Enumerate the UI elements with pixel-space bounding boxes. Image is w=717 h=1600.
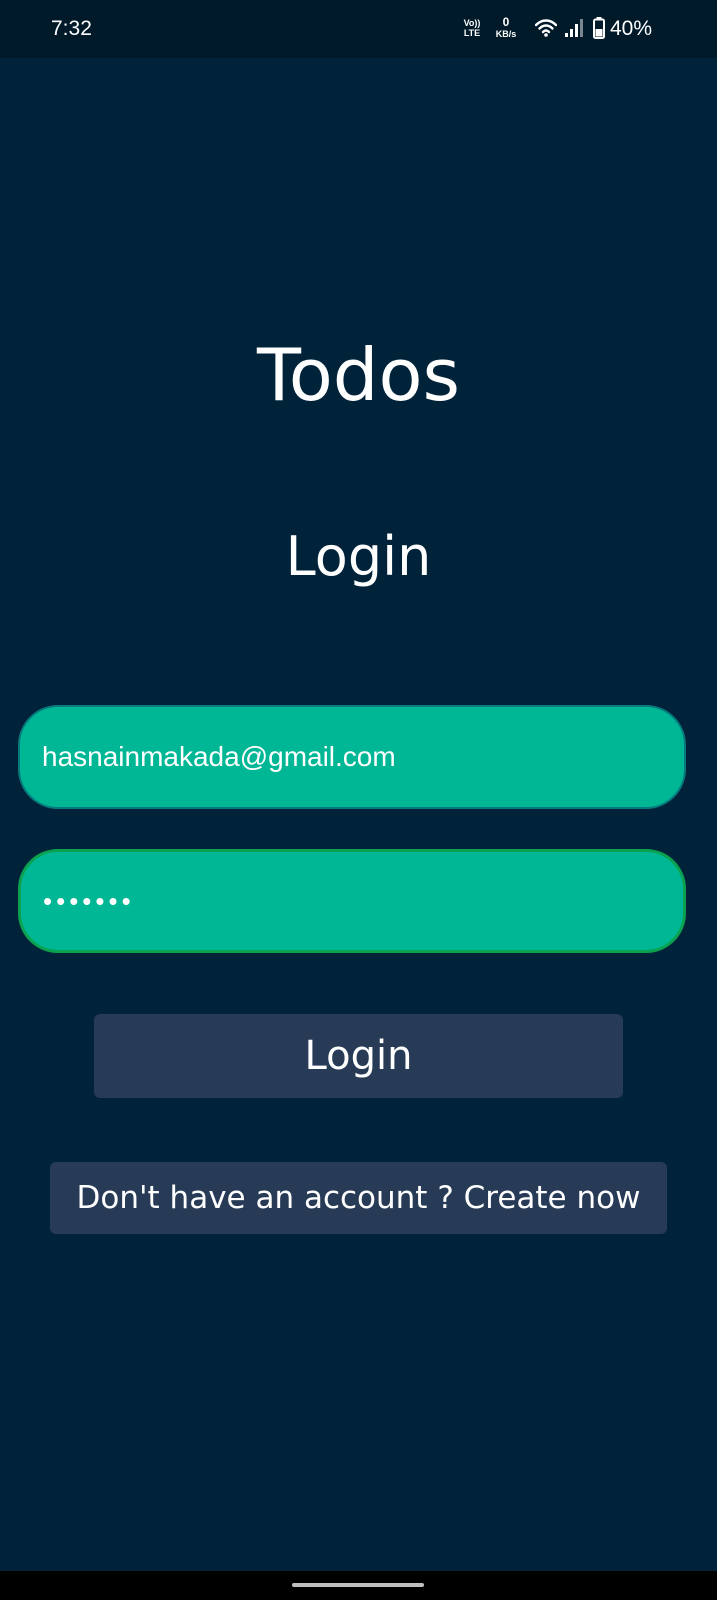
email-input[interactable] [42, 741, 662, 773]
login-button[interactable]: Login [94, 1014, 623, 1098]
network-speed-value: 0 [502, 15, 510, 29]
status-time: 7:32 [51, 17, 92, 40]
app-title: Todos [256, 333, 461, 417]
password-input[interactable]: ••••••• [43, 886, 135, 916]
volte-indicator: Vo)) LTE [461, 18, 483, 38]
battery-percentage: 40% [610, 17, 653, 40]
status-bar: 7:32 Vo)) LTE 0 KB/s 40% [0, 0, 717, 58]
create-account-button[interactable]: Don't have an account ? Create now [50, 1162, 667, 1234]
lte-label: LTE [463, 28, 481, 38]
page-title: Login [285, 525, 432, 588]
network-speed-unit: KB/s [495, 29, 517, 39]
navigation-bar [0, 1571, 717, 1600]
status-icons: Vo)) LTE 0 KB/s 40% [457, 0, 717, 58]
battery-icon [593, 17, 605, 39]
volte-label: Vo)) [463, 18, 481, 28]
wifi-icon [535, 19, 557, 37]
password-field[interactable]: ••••••• [18, 849, 686, 953]
gesture-handle[interactable] [292, 1583, 424, 1587]
signal-icon [565, 19, 583, 37]
email-field[interactable] [18, 705, 686, 809]
network-speed: 0 KB/s [491, 16, 521, 40]
